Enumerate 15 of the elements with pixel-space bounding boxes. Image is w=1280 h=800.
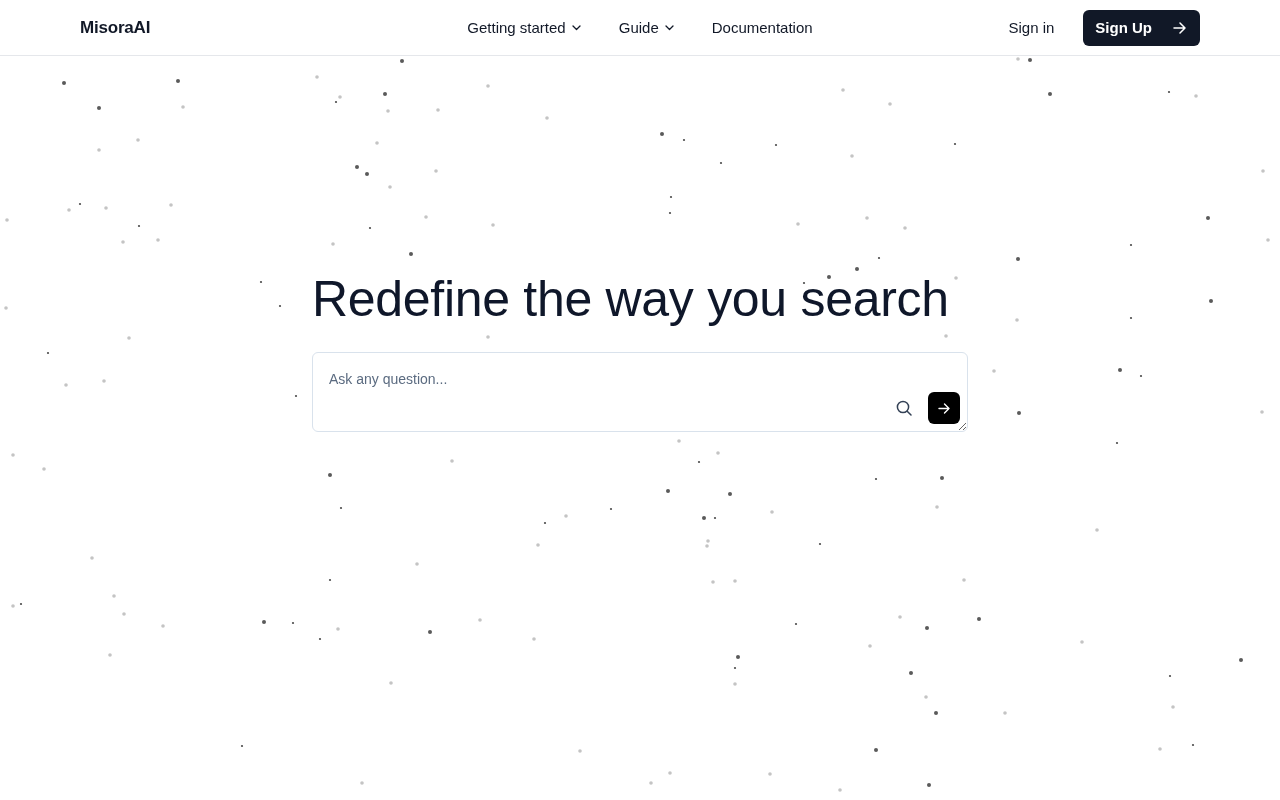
chevron-down-icon	[664, 24, 674, 31]
question-field[interactable]: Ask any question...	[312, 352, 968, 432]
hero-headline: Redefine the way you search	[312, 270, 950, 329]
arrow-right-icon	[938, 402, 950, 414]
sign-up-button[interactable]: Sign Up	[1083, 9, 1200, 46]
submit-button[interactable]	[928, 392, 960, 424]
chevron-down-icon	[571, 24, 581, 31]
nav-menu-button[interactable]: Guide	[618, 19, 674, 36]
nav-menu-button[interactable]: Getting started	[467, 19, 581, 36]
sign-in-link[interactable]: Sign in	[1008, 19, 1055, 36]
arrow-right-icon	[1173, 21, 1186, 34]
search-icon	[896, 400, 912, 416]
brand-logo[interactable]: MisoraAI	[80, 17, 151, 38]
nav-link[interactable]: Documentation	[711, 19, 813, 36]
search-button[interactable]	[894, 398, 914, 418]
